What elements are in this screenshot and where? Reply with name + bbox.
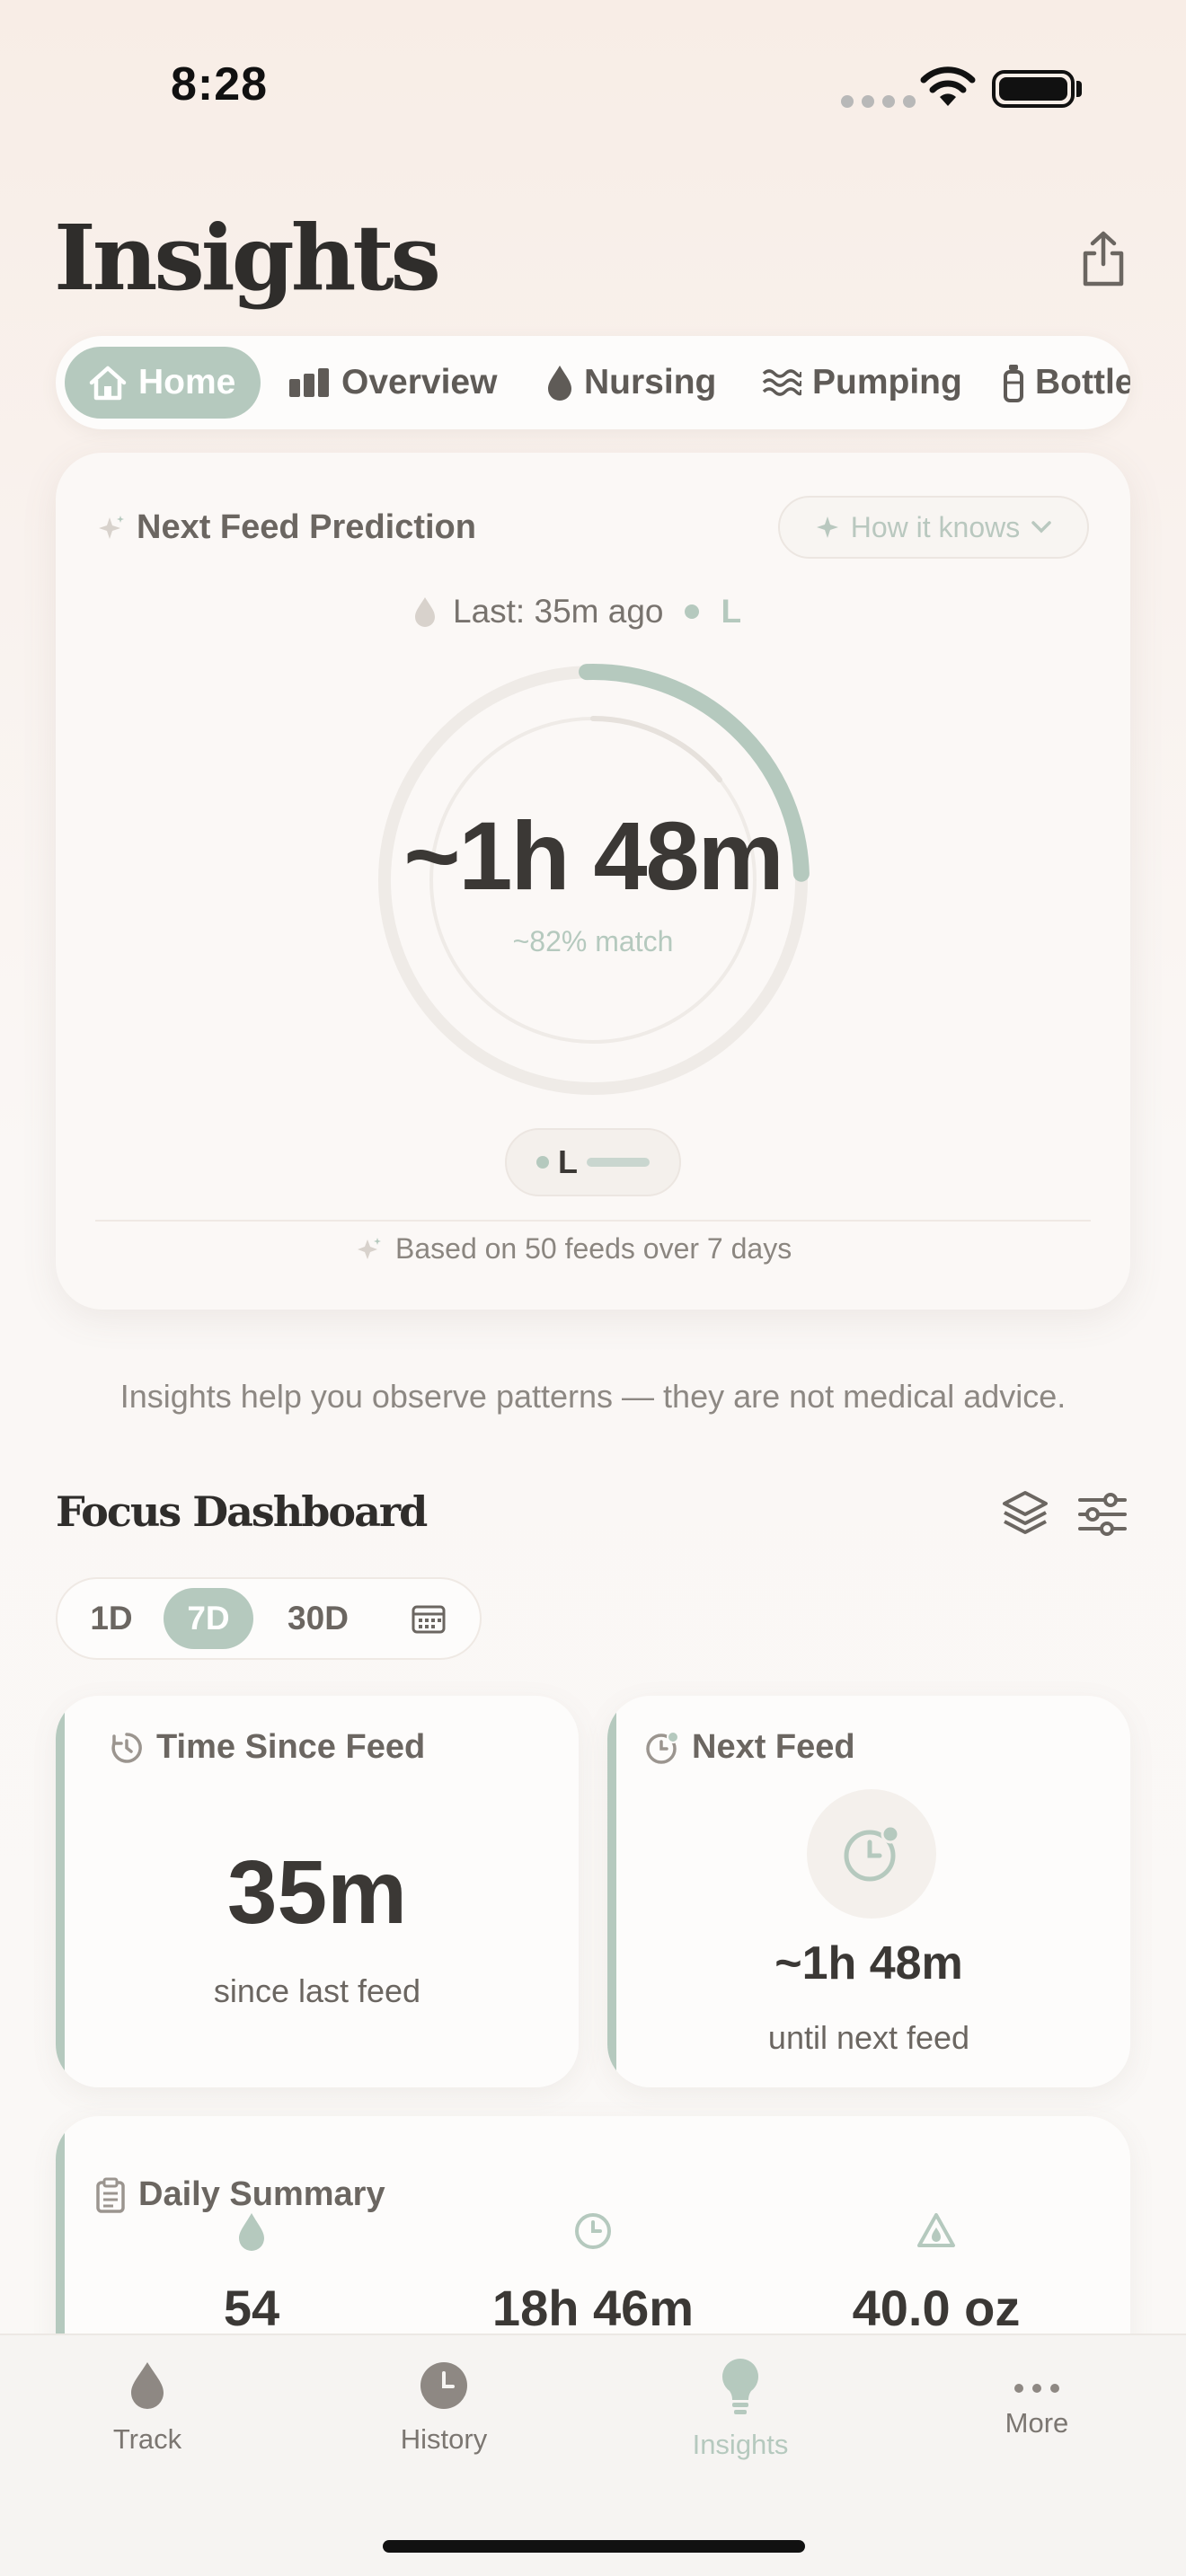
last-feed-label: Last: 35m ago — [453, 593, 664, 630]
more-dots-icon — [1014, 2384, 1059, 2393]
range-30d[interactable]: 30D — [268, 1588, 368, 1649]
drop-icon — [548, 366, 571, 401]
next-feed-label: Next Feed — [692, 1728, 855, 1766]
time-since-feed-sub: since last feed — [213, 1972, 421, 2009]
cellular-signal-icon — [841, 95, 916, 108]
side-bar — [587, 1158, 650, 1167]
home-indicator — [383, 2540, 805, 2553]
waves-icon — [762, 369, 801, 396]
focus-dashboard-title: Focus Dashboard — [56, 1487, 428, 1536]
daily-summary-label: Daily Summary — [138, 2175, 385, 2213]
tab-pumping[interactable]: Pumping — [762, 347, 962, 419]
drop-icon — [239, 2213, 264, 2251]
range-1d[interactable]: 1D — [74, 1588, 149, 1649]
daily-summary-header: Daily Summary — [95, 2175, 385, 2214]
nav-more[interactable]: More — [947, 2382, 1127, 2439]
tab-home-label: Home — [138, 363, 236, 401]
time-since-feed-value: 35m — [226, 1842, 408, 1943]
bar-chart-icon — [289, 368, 329, 397]
nav-track[interactable]: Track — [58, 2360, 237, 2456]
side-pill-label: L — [558, 1143, 578, 1180]
side-pill[interactable]: L — [505, 1128, 681, 1196]
next-feed-value: ~1h 48m — [774, 1937, 963, 1989]
summary-volume-stat: 40.0 oz — [792, 2211, 1080, 2337]
sparkle-icon — [816, 516, 838, 538]
nav-more-label: More — [1005, 2407, 1069, 2439]
nav-insights[interactable]: Insights — [651, 2357, 830, 2461]
sliders-icon — [1078, 1493, 1127, 1536]
summary-duration-value: 18h 46m — [491, 2280, 695, 2336]
match-label: ~82% match — [512, 925, 674, 957]
volume-triangle-icon — [917, 2213, 955, 2247]
nav-insights-label: Insights — [692, 2429, 789, 2460]
sparkle-icon — [358, 1237, 381, 1259]
time-range-selector: 1D 7D 30D — [56, 1577, 482, 1660]
tab-overview-label: Overview — [341, 363, 498, 401]
divider — [95, 1220, 1091, 1222]
prediction-title: Next Feed Prediction — [137, 508, 476, 546]
clock-icon — [420, 2362, 467, 2409]
tab-overview[interactable]: Overview — [288, 347, 497, 419]
nav-history[interactable]: History — [354, 2360, 534, 2456]
clock-alert-icon — [646, 1730, 679, 1764]
tab-nursing[interactable]: Nursing — [546, 347, 716, 419]
next-feed-clock — [807, 1789, 936, 1919]
drop-icon — [131, 2362, 164, 2409]
how-it-knows-label: How it knows — [850, 510, 1021, 543]
tab-nursing-label: Nursing — [584, 363, 717, 401]
share-button[interactable] — [1069, 225, 1137, 293]
time-since-feed-label: Time Since Feed — [156, 1728, 426, 1766]
clock-icon — [575, 2213, 611, 2249]
bottle-icon — [1004, 365, 1023, 402]
time-since-feed-header: Time Since Feed — [110, 1728, 425, 1767]
based-on-row: Based on 50 feeds over 7 days — [356, 1232, 792, 1266]
range-7d[interactable]: 7D — [164, 1588, 253, 1649]
summary-volume-value: 40.0 oz — [852, 2280, 1021, 2336]
battery-icon — [992, 70, 1075, 108]
filter-sliders-button[interactable] — [1078, 1493, 1127, 1540]
custom-range-button[interactable] — [392, 1588, 465, 1649]
chevron-down-icon — [1031, 521, 1051, 534]
daily-summary-stats: 54 18h 46m 40.0 oz — [56, 2211, 1130, 2337]
tab-pumping-label: Pumping — [812, 363, 962, 401]
sparkle-icon — [97, 514, 126, 547]
summary-feeds-value: 54 — [223, 2280, 280, 2336]
layers-icon — [1003, 1491, 1048, 1534]
summary-duration-stat: 18h 46m — [449, 2211, 737, 2337]
last-side-label: L — [721, 593, 742, 630]
tab-bottle-label: Bottle — [1035, 363, 1130, 401]
timer-icon — [111, 1732, 142, 1763]
clipboard-icon — [96, 2177, 125, 2213]
next-feed-header: Next Feed — [645, 1728, 855, 1767]
summary-feeds-stat: 54 — [108, 2211, 395, 2337]
status-time: 8:28 — [171, 58, 269, 110]
next-feed-sub: until next feed — [767, 2019, 970, 2056]
last-feed-row: Last: 35m ago L — [413, 593, 741, 631]
how-it-knows-button[interactable]: How it knows — [778, 496, 1089, 559]
nav-history-label: History — [400, 2423, 488, 2455]
side-dot — [536, 1156, 549, 1169]
share-icon — [1083, 231, 1124, 287]
page-title: Insights — [54, 205, 441, 311]
side-dot — [685, 604, 700, 619]
based-on-label: Based on 50 feeds over 7 days — [395, 1232, 792, 1265]
drop-icon — [415, 597, 435, 627]
lightbulb-icon — [722, 2359, 758, 2414]
home-icon — [89, 366, 127, 401]
wifi-icon — [918, 65, 978, 112]
battery-tip — [1076, 81, 1082, 97]
next-feed-estimate: ~1h 48m — [403, 801, 783, 910]
clock-icon — [844, 1824, 900, 1882]
tab-home[interactable]: Home — [65, 347, 261, 419]
prediction-inner-arc — [590, 716, 722, 783]
layers-button[interactable] — [999, 1487, 1051, 1544]
nav-track-label: Track — [112, 2423, 182, 2455]
tab-bottle[interactable]: Bottle — [1003, 347, 1130, 419]
insights-tab-bar: Home Overview Nursing Pumping Bottle — [56, 336, 1130, 429]
medical-disclaimer: Insights help you observe patterns — the… — [119, 1378, 1067, 1415]
calendar-icon — [412, 1605, 446, 1634]
